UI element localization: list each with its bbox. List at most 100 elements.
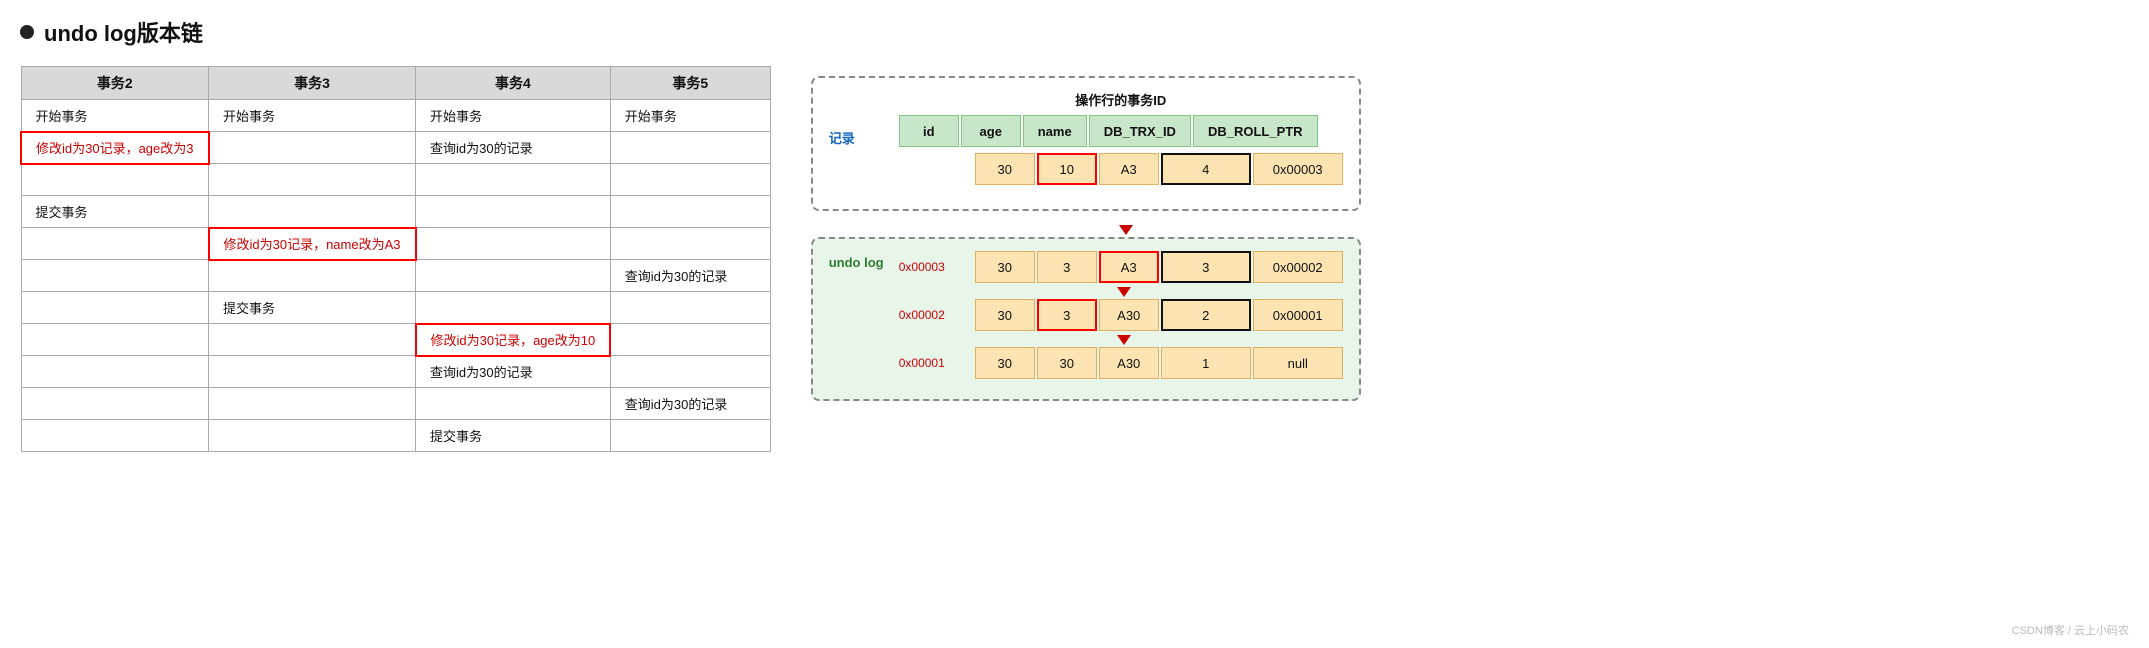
header-cell-id: id xyxy=(899,115,959,147)
table-cell xyxy=(21,292,209,324)
undo-row-addr: 0x00002 xyxy=(899,308,969,322)
table-cell: 提交事务 xyxy=(416,420,611,452)
undo-cell: 1 xyxy=(1161,347,1251,379)
record-cell: 4 xyxy=(1161,153,1251,185)
table-cell xyxy=(610,164,770,196)
record-cell: 0x00003 xyxy=(1253,153,1343,185)
undo-cells: 303A3020x00001 xyxy=(975,299,1343,331)
undo-row-addr: 0x00001 xyxy=(899,356,969,370)
table-cell xyxy=(610,356,770,388)
record-label: 记录 xyxy=(829,128,889,147)
table-row: 提交事务 xyxy=(21,420,770,452)
table-cell: 修改id为30记录，age改为10 xyxy=(416,324,611,356)
table-cell xyxy=(21,228,209,260)
record-cells: 3010A340x00003 xyxy=(975,153,1343,185)
table-cell xyxy=(209,420,416,452)
table-row: 修改id为30记录，name改为A3 xyxy=(21,228,770,260)
table-cell: 查询id为30的记录 xyxy=(610,388,770,420)
undo-cell: A30 xyxy=(1099,299,1159,331)
table-cell: 开始事务 xyxy=(21,100,209,132)
table-cell: 查询id为30的记录 xyxy=(416,132,611,164)
table-cell xyxy=(416,228,611,260)
undo-cell: 30 xyxy=(975,251,1035,283)
undo-cell: 2 xyxy=(1161,299,1251,331)
table-cell xyxy=(610,324,770,356)
down-arrow-icon xyxy=(1119,225,1133,235)
undo-cell: null xyxy=(1253,347,1343,379)
undo-cell: 3 xyxy=(1037,251,1097,283)
table-row: 提交事务 xyxy=(21,292,770,324)
table-cell: 修改id为30记录，age改为3 xyxy=(21,132,209,164)
col-header-tx2: 事务2 xyxy=(21,67,209,100)
record-cell: 30 xyxy=(975,153,1035,185)
undo-cell: 30 xyxy=(975,299,1035,331)
table-cell xyxy=(610,420,770,452)
table-cell xyxy=(416,388,611,420)
table-cell xyxy=(416,196,611,228)
table-cell xyxy=(21,164,209,196)
table-cell xyxy=(21,356,209,388)
table-cell: 查询id为30的记录 xyxy=(610,260,770,292)
table-cell xyxy=(416,292,611,324)
header-cells: idagenameDB_TRX_IDDB_ROLL_PTR xyxy=(899,115,1343,147)
record-data-row: 3010A340x00003 xyxy=(899,153,1343,185)
col-header-tx3: 事务3 xyxy=(209,67,416,100)
table-cell: 开始事务 xyxy=(610,100,770,132)
undo-cell: 3 xyxy=(1037,299,1097,331)
undo-row-addr: 0x00003 xyxy=(899,260,969,274)
arrow-record-to-undo xyxy=(811,225,1361,235)
table-row: 修改id为30记录，age改为10 xyxy=(21,324,770,356)
table-cell xyxy=(416,260,611,292)
main-content: 事务2 事务3 事务4 事务5 开始事务开始事务开始事务开始事务修改id为30记… xyxy=(20,66,2129,452)
undo-cell: A30 xyxy=(1099,347,1159,379)
table-row: 修改id为30记录，age改为3 查询id为30的记录 xyxy=(21,132,770,164)
table-cell xyxy=(610,292,770,324)
op-label: 操作行的事务ID xyxy=(899,90,1343,109)
table-row: 查询id为30的记录 xyxy=(21,388,770,420)
undo-cell: 0x00001 xyxy=(1253,299,1343,331)
page-title: undo log版本链 xyxy=(44,16,203,48)
table-cell xyxy=(209,196,416,228)
table-cell: 提交事务 xyxy=(21,196,209,228)
table-cell: 修改id为30记录，name改为A3 xyxy=(209,228,416,260)
table-cell: 开始事务 xyxy=(209,100,416,132)
table-cell xyxy=(209,388,416,420)
table-cell: 查询id为30的记录 xyxy=(416,356,611,388)
table-cell xyxy=(21,420,209,452)
undo-cells: 3030A301null xyxy=(975,347,1343,379)
table-cell xyxy=(209,164,416,196)
header-cell-db-roll-ptr: DB_ROLL_PTR xyxy=(1193,115,1318,147)
table-cell xyxy=(21,260,209,292)
table-cell xyxy=(610,228,770,260)
table-cell xyxy=(610,132,770,164)
table-row: 开始事务开始事务开始事务开始事务 xyxy=(21,100,770,132)
undo-rows-container: 0x00003303A330x000020x00002303A3020x0000… xyxy=(899,251,1343,383)
transaction-table-wrap: 事务2 事务3 事务4 事务5 开始事务开始事务开始事务开始事务修改id为30记… xyxy=(20,66,771,452)
table-header-row: 事务2 事务3 事务4 事务5 xyxy=(21,67,770,100)
undo-row: 0x000013030A301null xyxy=(899,347,1343,379)
records-section: 记录 操作行的事务ID idagenameDB_TRX_IDDB_ROLL_PT… xyxy=(811,76,1361,211)
undo-cell: A3 xyxy=(1099,251,1159,283)
undo-row: 0x00003303A330x00002 xyxy=(899,251,1343,283)
table-row: 查询id为30的记录 xyxy=(21,260,770,292)
table-cell xyxy=(21,324,209,356)
table-cell xyxy=(610,196,770,228)
down-arrow-icon xyxy=(1117,287,1131,297)
undo-cell: 30 xyxy=(975,347,1035,379)
undolog-label: undo log xyxy=(829,251,889,270)
transaction-table: 事务2 事务3 事务4 事务5 开始事务开始事务开始事务开始事务修改id为30记… xyxy=(20,66,771,452)
table-cell xyxy=(21,388,209,420)
table-cell: 开始事务 xyxy=(416,100,611,132)
undo-cell: 30 xyxy=(1037,347,1097,379)
table-row: 查询id为30的记录 xyxy=(21,356,770,388)
record-cell: 10 xyxy=(1037,153,1097,185)
undo-cell: 0x00002 xyxy=(1253,251,1343,283)
header-cell-name: name xyxy=(1023,115,1087,147)
table-cell xyxy=(209,260,416,292)
table-row xyxy=(21,164,770,196)
undo-row: 0x00002 303A3020x00001 xyxy=(899,299,1343,331)
diagram-wrapper: 记录 操作行的事务ID idagenameDB_TRX_IDDB_ROLL_PT… xyxy=(811,76,1361,401)
watermark: CSDN博客 / 云上小码农 xyxy=(2012,622,2129,638)
table-cell xyxy=(209,132,416,164)
record-cell: A3 xyxy=(1099,153,1159,185)
